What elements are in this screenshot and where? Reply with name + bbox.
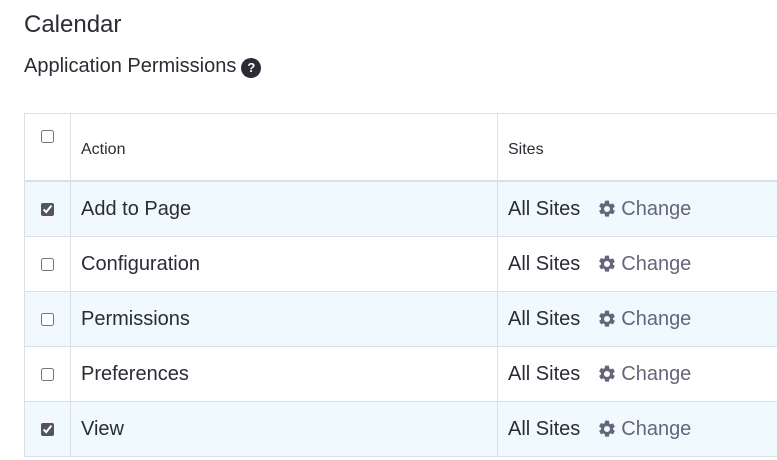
gear-icon bbox=[599, 420, 616, 437]
change-label: Change bbox=[621, 362, 692, 385]
action-label: Add to Page bbox=[81, 197, 192, 220]
sites-value: All Sites bbox=[508, 307, 581, 330]
table-row: Preferences All Sites Change bbox=[24, 346, 777, 402]
action-cell: Preferences bbox=[70, 346, 498, 402]
row-checkbox[interactable] bbox=[41, 202, 54, 216]
action-label: View bbox=[81, 417, 124, 440]
table-row: View All Sites Change bbox=[24, 401, 777, 457]
sites-group: All Sites Change bbox=[508, 253, 777, 276]
gear-icon bbox=[599, 310, 616, 327]
action-cell: View bbox=[70, 401, 498, 457]
sites-cell: All Sites Change bbox=[497, 291, 777, 347]
change-label: Change bbox=[621, 252, 692, 275]
change-sites-link[interactable]: Change bbox=[597, 253, 691, 276]
sites-value: All Sites bbox=[508, 197, 581, 220]
table-row: Configuration All Sites Change bbox=[24, 236, 777, 292]
change-label: Change bbox=[621, 197, 692, 220]
change-label: Change bbox=[621, 417, 692, 440]
change-sites-link[interactable]: Change bbox=[597, 363, 691, 386]
action-cell: Permissions bbox=[70, 291, 498, 347]
action-cell: Add to Page bbox=[70, 180, 498, 237]
sites-group: All Sites Change bbox=[508, 418, 777, 441]
row-checkbox[interactable] bbox=[41, 312, 54, 326]
table-header-row: Action Sites bbox=[24, 113, 777, 182]
sites-cell: All Sites Change bbox=[497, 346, 777, 402]
gear-icon bbox=[599, 365, 616, 382]
row-select-cell bbox=[24, 346, 71, 402]
row-checkbox[interactable] bbox=[41, 367, 54, 381]
row-checkbox[interactable] bbox=[41, 257, 54, 271]
sites-value: All Sites bbox=[508, 252, 581, 275]
sites-value: All Sites bbox=[508, 417, 581, 440]
column-header-sites: Sites bbox=[497, 113, 777, 182]
page-title: Calendar bbox=[24, 11, 122, 38]
gear-icon bbox=[599, 200, 616, 217]
row-select-cell bbox=[24, 180, 71, 237]
sites-group: All Sites Change bbox=[508, 198, 777, 221]
section-title-label: Application Permissions bbox=[24, 55, 237, 77]
column-header-action: Action bbox=[70, 113, 498, 182]
gear-icon bbox=[599, 255, 616, 272]
change-label: Change bbox=[621, 307, 692, 330]
change-sites-link[interactable]: Change bbox=[597, 418, 691, 441]
row-select-cell bbox=[24, 401, 71, 457]
change-sites-link[interactable]: Change bbox=[597, 198, 691, 221]
row-select-cell bbox=[24, 291, 71, 347]
section-title: Application Permissions ? bbox=[24, 52, 262, 80]
permissions-table: Action Sites Add to Page All Sites Chang… bbox=[24, 113, 777, 457]
sites-cell: All Sites Change bbox=[497, 401, 777, 457]
action-label: Permissions bbox=[81, 307, 190, 330]
sites-value: All Sites bbox=[508, 362, 581, 385]
sites-cell: All Sites Change bbox=[497, 180, 777, 237]
action-cell: Configuration bbox=[70, 236, 498, 292]
sites-group: All Sites Change bbox=[508, 363, 777, 386]
change-sites-link[interactable]: Change bbox=[597, 308, 691, 331]
header-select-cell bbox=[24, 113, 71, 182]
help-icon[interactable]: ? bbox=[241, 57, 262, 78]
action-label: Preferences bbox=[81, 362, 189, 385]
action-label: Configuration bbox=[81, 252, 200, 275]
table-row: Add to Page All Sites Change bbox=[24, 180, 777, 237]
permissions-page: Calendar Application Permissions ? Actio… bbox=[0, 0, 777, 460]
sites-cell: All Sites Change bbox=[497, 236, 777, 292]
row-select-cell bbox=[24, 236, 71, 292]
row-checkbox[interactable] bbox=[41, 422, 54, 436]
table-row: Permissions All Sites Change bbox=[24, 291, 777, 347]
sites-group: All Sites Change bbox=[508, 308, 777, 331]
select-all-checkbox[interactable] bbox=[41, 130, 54, 144]
